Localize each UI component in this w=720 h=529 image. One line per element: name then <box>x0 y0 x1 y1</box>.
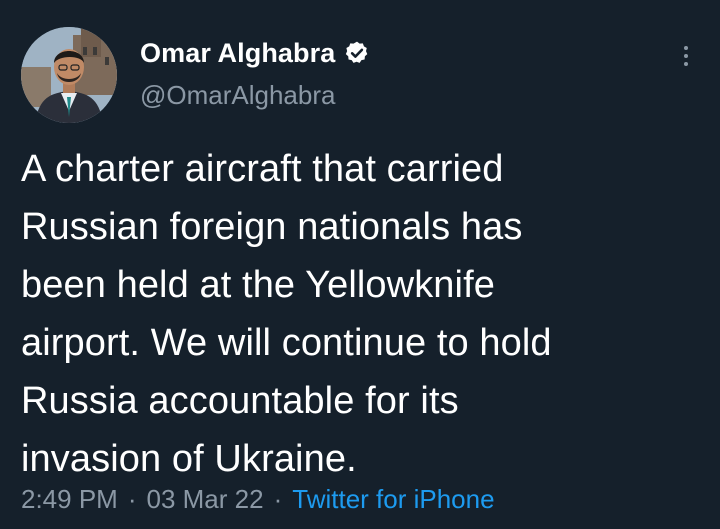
avatar-photo <box>21 27 117 123</box>
tweet-text: A charter aircraft that carried Russian … <box>21 148 552 480</box>
verified-badge-icon <box>344 40 370 66</box>
display-name[interactable]: Omar Alghabra <box>140 38 335 69</box>
avatar[interactable] <box>21 27 117 123</box>
tweet-card: Omar Alghabra @OmarAlghabra A charter ai… <box>0 0 720 529</box>
meta-separator: · <box>127 484 137 514</box>
tweet-time[interactable]: 2:49 PM <box>21 484 118 515</box>
tweet-date[interactable]: 03 Mar 22 <box>147 484 264 515</box>
more-options-icon[interactable] <box>672 42 700 70</box>
author-handle[interactable]: @OmarAlghabra <box>140 80 335 111</box>
tweet-source-link[interactable]: Twitter for iPhone <box>292 484 494 515</box>
meta-separator: · <box>273 484 283 514</box>
tweet-metadata: 2:49 PM · 03 Mar 22 · Twitter for iPhone <box>21 484 495 515</box>
author-name-row[interactable]: Omar Alghabra <box>140 36 370 70</box>
